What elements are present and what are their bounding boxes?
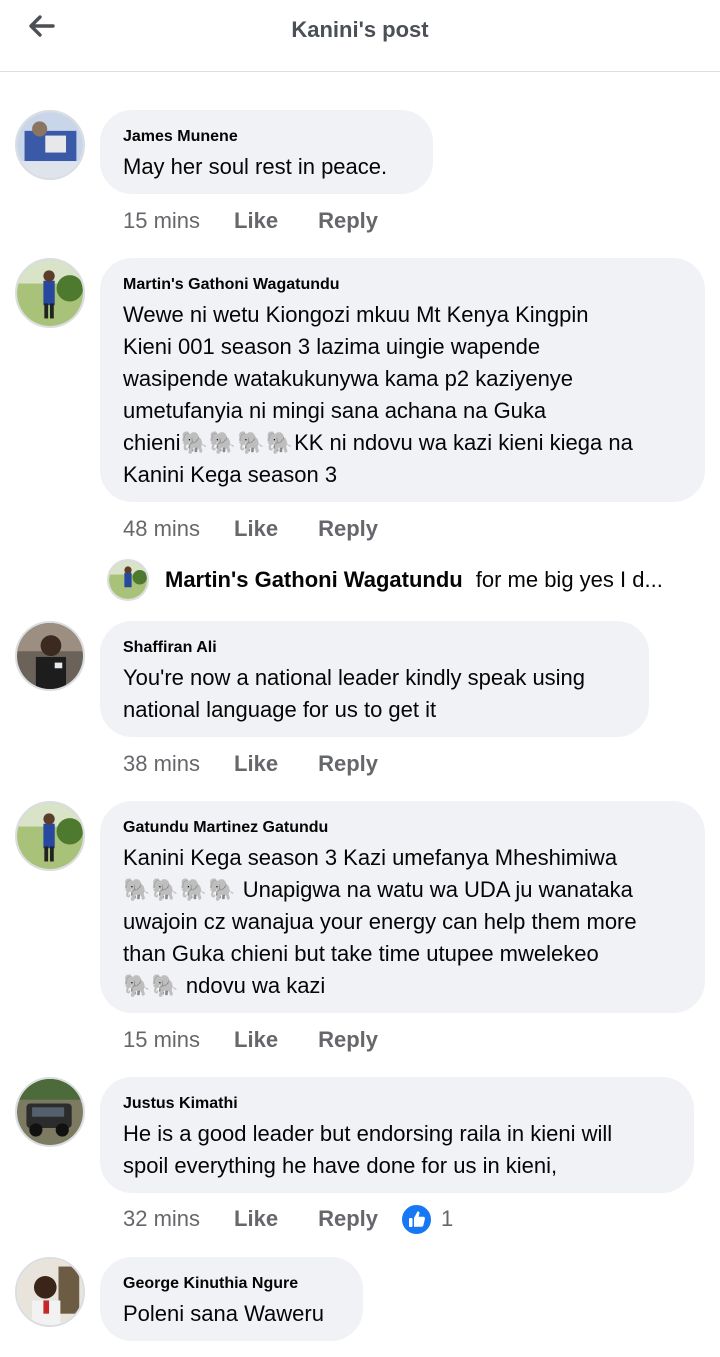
comment-time[interactable]: 15 mins [123, 208, 200, 234]
reply-button[interactable]: Reply [318, 1206, 378, 1232]
comment-actions: 32 mins Like Reply 1 [123, 1202, 454, 1236]
like-button[interactable]: Like [234, 1206, 278, 1232]
reaction-summary[interactable]: 1 [400, 1202, 454, 1236]
comment-text-line: national language for us to get it [123, 697, 437, 722]
comment-text: Poleni sana Waweru [123, 1301, 324, 1326]
comment-author[interactable]: James Munene [123, 127, 411, 147]
reply-button[interactable]: Reply [318, 751, 378, 777]
comment-text-line: 🐘🐘 ndovu wa kazi [123, 970, 683, 1002]
elephant-emoji-icon: 🐘🐘🐘🐘 [123, 877, 237, 902]
comment-actions: 15 mins Like Reply [123, 1025, 418, 1055]
comment-text-line: chieni🐘🐘🐘🐘KK ni ndovu wa kazi kieni kieg… [123, 427, 683, 459]
comment-time[interactable]: 38 mins [123, 751, 200, 777]
comment-bubble: George Kinuthia Ngure Poleni sana Waweru [100, 1257, 363, 1341]
comment-actions: 48 mins Like Reply [123, 514, 418, 544]
thumbs-up-icon [400, 1202, 433, 1236]
comment-actions: 15 mins Like Reply [123, 206, 418, 236]
comment-author[interactable]: Martin's Gathoni Wagatundu [123, 275, 683, 295]
elephant-emoji-icon: 🐘🐘 [123, 973, 180, 998]
reply-snippet: for me big yes I d... [475, 567, 663, 592]
comment-bubble: James Munene May her soul rest in peace. [100, 110, 433, 194]
comment-text-line: Kanini Kega season 3 Kazi umefanya Mhesh… [123, 845, 618, 870]
comment-text-line: wasipende watakukunywa kama p2 kaziyenye [123, 366, 574, 391]
like-button[interactable]: Like [234, 751, 278, 777]
comment-text-line: He is a good leader but endorsing raila … [123, 1121, 613, 1146]
comment-text-line: Wewe ni wetu Kiongozi mkuu Mt Kenya King… [123, 302, 589, 327]
comment-bubble: Shaffiran Ali You're now a national lead… [100, 621, 649, 737]
comment-author[interactable]: Justus Kimathi [123, 1094, 672, 1114]
avatar[interactable] [15, 110, 85, 180]
comment-bubble: Martin's Gathoni Wagatundu Wewe ni wetu … [100, 258, 705, 502]
avatar[interactable] [107, 559, 149, 601]
like-button[interactable]: Like [234, 516, 278, 542]
comment-text-segment: chieni [123, 430, 181, 455]
comment-bubble: Justus Kimathi He is a good leader but e… [100, 1077, 694, 1193]
avatar[interactable] [15, 621, 85, 691]
comment-bubble: Gatundu Martinez Gatundu Kanini Kega sea… [100, 801, 705, 1013]
comment-text-segment: KK ni ndovu wa kazi kieni kiega na [294, 430, 633, 455]
comment-author[interactable]: George Kinuthia Ngure [123, 1274, 341, 1294]
comment-text-line: You're now a national leader kindly spea… [123, 665, 586, 690]
reply-button[interactable]: Reply [318, 516, 378, 542]
comment-author[interactable]: Gatundu Martinez Gatundu [123, 818, 683, 838]
comment-text-line: 🐘🐘🐘🐘 Unapigwa na watu wa UDA ju wanataka [123, 874, 683, 906]
page-title: Kanini's post [291, 17, 429, 42]
comment-actions: 38 mins Like Reply [123, 749, 418, 779]
comment-time[interactable]: 48 mins [123, 516, 200, 542]
reply-author[interactable]: Martin's Gathoni Wagatundu [165, 567, 463, 593]
comment-text: May her soul rest in peace. [123, 154, 388, 179]
comment-time[interactable]: 15 mins [123, 1027, 200, 1053]
reply-button[interactable]: Reply [318, 1027, 378, 1053]
comment-text-segment: ndovu wa kazi [179, 973, 326, 998]
like-button[interactable]: Like [234, 1027, 278, 1053]
elephant-emoji-icon: 🐘🐘🐘🐘 [180, 430, 295, 455]
reply-preview[interactable]: Martin's Gathoni Wagatundu for me big ye… [107, 558, 707, 602]
comment-text-line: than Guka chieni but take time utupee mw… [123, 941, 599, 966]
reaction-count: 1 [441, 1206, 454, 1231]
comment-text-line: uwajoin cz wanajua your energy can help … [123, 909, 637, 934]
avatar[interactable] [15, 1257, 85, 1327]
comment-text-line: umetufanyia ni mingi sana achana na Guka [123, 398, 547, 423]
avatar[interactable] [15, 258, 85, 328]
comment-text-line: spoil everything he have done for us in … [123, 1153, 558, 1178]
comment-text-line: Kanini Kega season 3 [123, 462, 338, 487]
like-button[interactable]: Like [234, 208, 278, 234]
avatar[interactable] [15, 1077, 85, 1147]
comment-time[interactable]: 32 mins [123, 1206, 200, 1232]
comment-author[interactable]: Shaffiran Ali [123, 638, 627, 658]
reply-button[interactable]: Reply [318, 208, 378, 234]
comment-text-segment: Unapigwa na watu wa UDA ju wanataka [236, 877, 633, 902]
top-bar: Kanini's post [0, 0, 720, 72]
comment-text-line: Kieni 001 season 3 lazima uingie wapende [123, 334, 541, 359]
avatar[interactable] [15, 801, 85, 871]
